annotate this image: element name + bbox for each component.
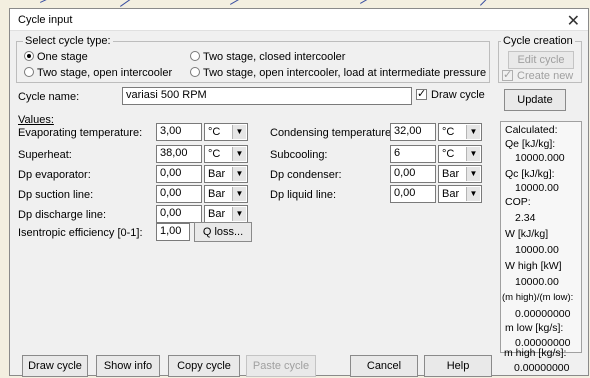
q-loss-button[interactable]: Q loss... (194, 222, 252, 242)
w-value: 10000.00 (515, 244, 559, 256)
dp-condenser-input[interactable]: 0,00 (390, 165, 436, 183)
cycle-name-input[interactable]: variasi 500 RPM (122, 87, 412, 105)
cop-label: COP: (505, 196, 531, 208)
dp-suction-label: Dp suction line: (18, 189, 94, 201)
dp-liquid-label: Dp liquid line: (270, 189, 337, 201)
radio-icon (190, 67, 200, 77)
m-ratio-label: (m high)/(m low): (502, 292, 574, 303)
draw-cycle-button[interactable]: Draw cycle (22, 355, 88, 377)
dp-condenser-label: Dp condenser: (270, 169, 342, 181)
radio-two-stage-open-load[interactable]: Two stage, open intercooler, load at int… (190, 67, 486, 79)
cond-temp-input[interactable]: 32,00 (390, 123, 436, 141)
radio-icon (24, 51, 34, 61)
dp-liquid-input[interactable]: 0,00 (390, 185, 436, 203)
radio-two-stage-closed[interactable]: Two stage, closed intercooler (190, 51, 345, 63)
isentropic-input[interactable]: 1,00 (156, 223, 190, 241)
chart-line (40, 0, 95, 3)
cop-value: 2.34 (515, 212, 536, 224)
w-high-label: W high [kW] (505, 260, 562, 272)
chevron-down-icon: ▼ (232, 125, 246, 139)
cycle-creation-label: Cycle creation (501, 35, 575, 47)
chart-line (120, 0, 178, 7)
help-button[interactable]: Help (424, 355, 492, 377)
subcooling-label: Subcooling: (270, 149, 328, 161)
chart-line (480, 0, 538, 6)
m-ratio-value: 0.00000000 (515, 308, 571, 320)
m-high-label: m high [kg/s]: (504, 347, 567, 359)
dp-evaporator-label: Dp evaporator: (18, 169, 91, 181)
title-bar: Cycle input ✕ (10, 9, 588, 31)
qe-label: Qe [kJ/kg]: (505, 138, 556, 150)
calculated-panel: Calculated: Qe [kJ/kg]: 10000.000 Qc [kJ… (500, 121, 582, 353)
qc-label: Qc [kJ/kg]: (505, 168, 555, 180)
chart-line (360, 0, 439, 4)
edit-cycle-button[interactable]: Edit cycle (508, 51, 574, 69)
show-info-button[interactable]: Show info (96, 355, 160, 377)
dp-suction-input[interactable]: 0,00 (156, 185, 202, 203)
cycle-name-label: Cycle name: (18, 91, 80, 103)
checkbox-icon (502, 68, 513, 81)
update-button[interactable]: Update (504, 89, 566, 111)
dp-discharge-unit-select[interactable]: Bar ▼ (204, 205, 248, 223)
cancel-button[interactable]: Cancel (350, 355, 418, 377)
chevron-down-icon: ▼ (466, 167, 480, 181)
subcooling-input[interactable]: 6 (390, 145, 436, 163)
cycle-input-dialog: Cycle input ✕ Select cycle type: One sta… (9, 8, 589, 377)
m-low-label: m low [kg/s]: (505, 322, 564, 334)
create-new-checkbox[interactable]: Create new (502, 68, 573, 82)
dialog-title: Cycle input (18, 14, 73, 26)
superheat-unit-select[interactable]: °C ▼ (204, 145, 248, 163)
evap-temp-label: Evaporating temperature: (18, 127, 143, 139)
chevron-down-icon: ▼ (232, 167, 246, 181)
dp-evaporator-unit-select[interactable]: Bar ▼ (204, 165, 248, 183)
paste-cycle-button[interactable]: Paste cycle (246, 355, 316, 377)
evap-temp-unit-select[interactable]: °C ▼ (204, 123, 248, 141)
isentropic-label: Isentropic efficiency [0-1]: (18, 227, 143, 239)
evap-temp-input[interactable]: 3,00 (156, 123, 202, 141)
dp-suction-unit-select[interactable]: Bar ▼ (204, 185, 248, 203)
close-icon[interactable]: ✕ (567, 11, 580, 31)
values-label: Values: (18, 114, 54, 126)
dp-condenser-unit-select[interactable]: Bar ▼ (438, 165, 482, 183)
chevron-down-icon: ▼ (232, 187, 246, 201)
chevron-down-icon: ▼ (232, 207, 246, 221)
qe-value: 10000.000 (515, 152, 565, 164)
radio-icon (24, 67, 34, 77)
dp-discharge-label: Dp discharge line: (18, 209, 107, 221)
dp-evaporator-input[interactable]: 0,00 (156, 165, 202, 183)
dp-liquid-unit-select[interactable]: Bar ▼ (438, 185, 482, 203)
m-high-value: 0.00000000 (514, 362, 570, 374)
chevron-down-icon: ▼ (466, 147, 480, 161)
superheat-input[interactable]: 38,00 (156, 145, 202, 163)
w-label: W [kJ/kg] (505, 228, 549, 240)
w-high-value: 10000.00 (515, 276, 559, 288)
radio-two-stage-open[interactable]: Two stage, open intercooler (24, 67, 172, 79)
copy-cycle-button[interactable]: Copy cycle (168, 355, 240, 377)
draw-cycle-checkbox[interactable]: Draw cycle (416, 87, 485, 101)
radio-icon (190, 51, 200, 61)
cond-temp-label: Condensing temperature: (270, 127, 395, 139)
calculated-label: Calculated: (505, 124, 558, 136)
chart-line (230, 0, 300, 5)
subcooling-unit-select[interactable]: °C ▼ (438, 145, 482, 163)
chevron-down-icon: ▼ (466, 125, 480, 139)
dp-discharge-input[interactable]: 0,00 (156, 205, 202, 223)
cond-temp-unit-select[interactable]: °C ▼ (438, 123, 482, 141)
radio-one-stage[interactable]: One stage (24, 51, 88, 63)
chevron-down-icon: ▼ (232, 147, 246, 161)
checkbox-icon (416, 87, 427, 100)
cycle-type-group-label: Select cycle type: (23, 35, 113, 47)
chevron-down-icon: ▼ (466, 187, 480, 201)
superheat-label: Superheat: (18, 149, 72, 161)
qc-value: 10000.00 (515, 182, 559, 194)
